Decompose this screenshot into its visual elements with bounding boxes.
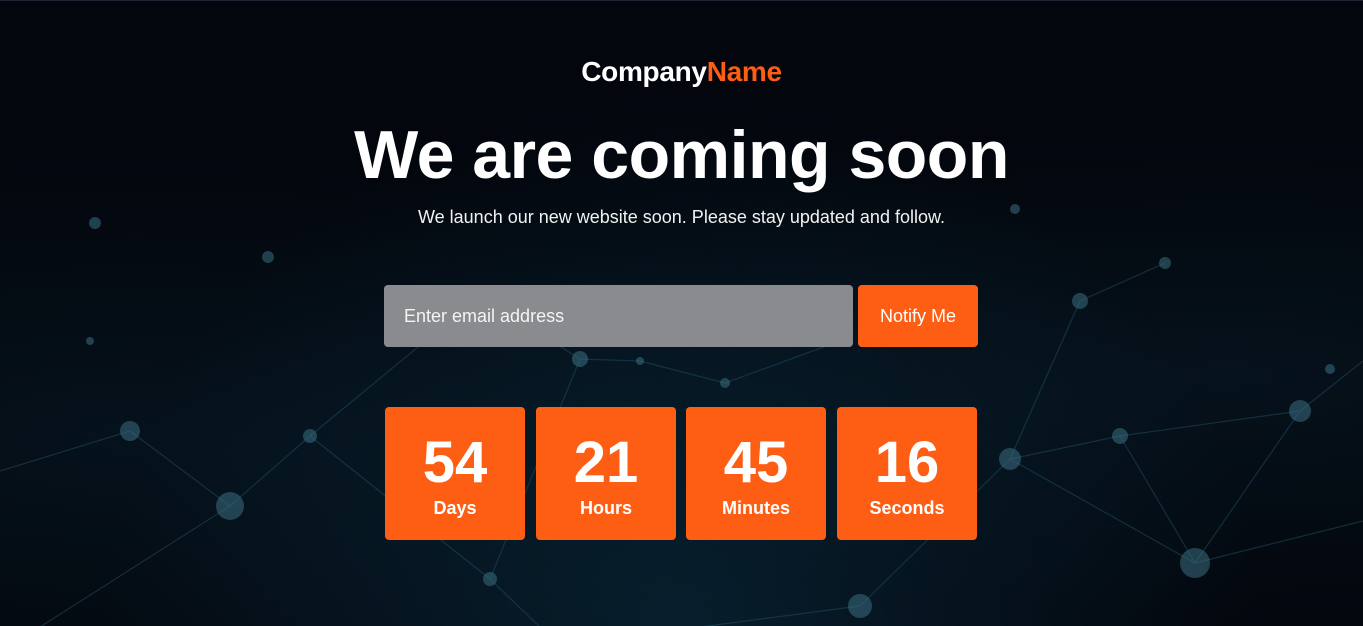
notify-me-button[interactable]: Notify Me	[858, 285, 978, 347]
page-content: CompanyName We are coming soon We launch…	[0, 0, 1363, 626]
page-title: We are coming soon	[354, 117, 1009, 193]
email-input[interactable]	[384, 285, 853, 347]
company-logo[interactable]: CompanyName	[0, 56, 1363, 88]
countdown-seconds: 16 Seconds	[837, 407, 977, 540]
countdown-days-value: 54	[422, 430, 488, 495]
countdown-hours-value: 21	[573, 430, 639, 495]
countdown-hours: 21 Hours	[536, 407, 676, 540]
countdown-seconds-label: Seconds	[869, 498, 945, 518]
logo-text-accent: Name	[706, 56, 782, 87]
countdown-minutes-value: 45	[723, 430, 789, 495]
countdown-days: 54 Days	[385, 407, 525, 540]
countdown-seconds-value: 16	[874, 430, 940, 495]
logo-text-primary: Company	[581, 56, 707, 87]
page-subtitle: We launch our new website soon. Please s…	[417, 207, 945, 227]
countdown-hours-label: Hours	[579, 498, 632, 518]
countdown-days-label: Days	[433, 498, 477, 518]
countdown-minutes: 45 Minutes	[686, 407, 826, 540]
countdown-minutes-label: Minutes	[721, 498, 790, 518]
